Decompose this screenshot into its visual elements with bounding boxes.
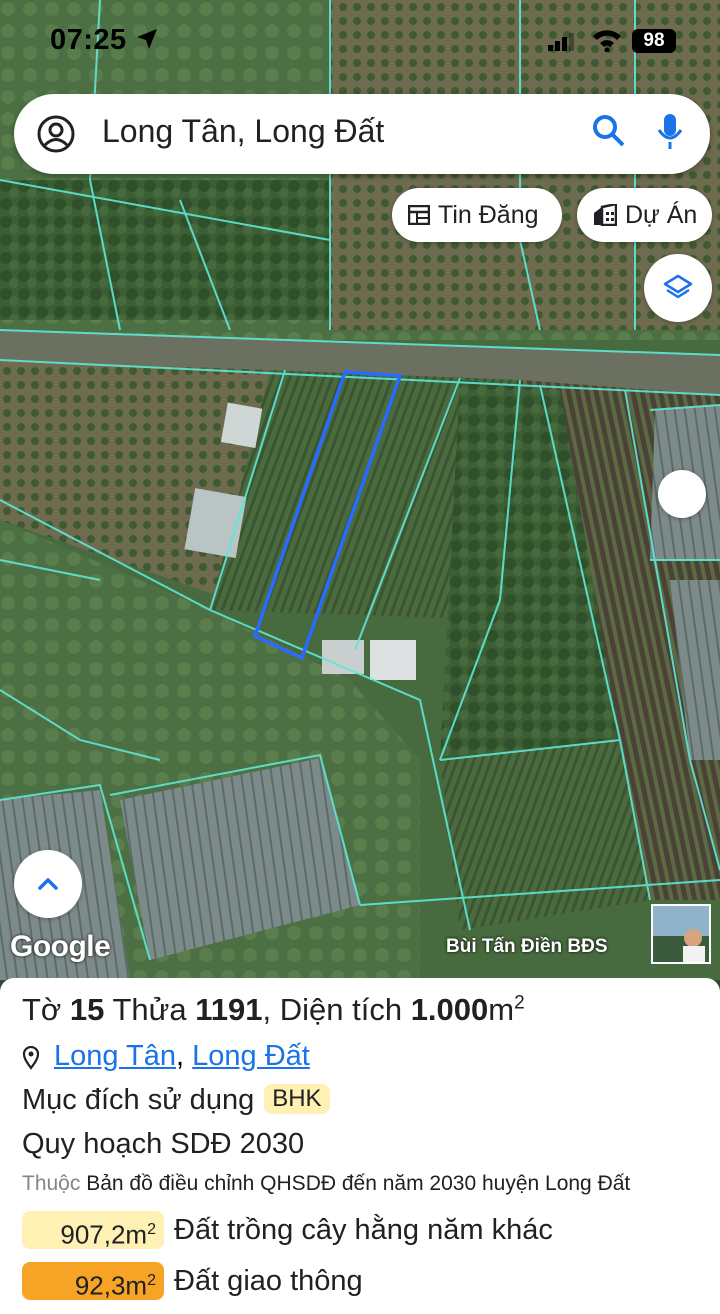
source-prefix: Thuộc bbox=[22, 1172, 81, 1195]
parcel-location: Long Tân, Long Đất bbox=[22, 1040, 310, 1073]
author-label: Bùi Tấn Điền BĐS bbox=[446, 936, 608, 957]
area-unit-exponent: 2 bbox=[514, 992, 525, 1014]
area-unit: m bbox=[488, 992, 515, 1027]
google-logo: Google bbox=[10, 930, 111, 963]
microphone-icon[interactable] bbox=[655, 112, 685, 152]
zone-area-badge: 907,2m2 bbox=[22, 1211, 164, 1250]
status-bar: 07:25 98 bbox=[0, 0, 720, 80]
layers-button[interactable] bbox=[644, 254, 712, 322]
account-icon[interactable] bbox=[36, 114, 76, 154]
battery-indicator: 98 bbox=[632, 29, 676, 53]
parcel-summary: Tờ 15 Thửa 1191, Diện tích 1.000m2 bbox=[22, 992, 525, 1028]
zone-label: Đất giao thông bbox=[174, 1264, 363, 1297]
status-time: 07:25 bbox=[50, 24, 127, 56]
avatar-image bbox=[653, 906, 709, 962]
listings-chip-label: Tin Đăng bbox=[438, 200, 539, 229]
sheet-number: 15 bbox=[69, 992, 105, 1027]
layers-icon bbox=[663, 274, 693, 299]
chevron-up-icon bbox=[38, 878, 58, 890]
location-pin-icon bbox=[22, 1046, 40, 1070]
listings-icon bbox=[408, 205, 430, 225]
wifi-icon bbox=[593, 30, 621, 52]
area-value: 1.000 bbox=[410, 992, 489, 1027]
planning-source: Thuộc Bản đồ điều chỉnh QHSDĐ đến năm 20… bbox=[22, 1172, 630, 1196]
author-avatar[interactable] bbox=[651, 904, 711, 964]
building-icon bbox=[594, 204, 617, 226]
commune-link[interactable]: Long Tân bbox=[54, 1040, 176, 1072]
search-icon[interactable] bbox=[592, 114, 626, 148]
location-arrow-icon bbox=[137, 29, 157, 49]
zone-row[interactable]: 907,2m2 Đất trồng cây hằng năm khác bbox=[22, 1210, 553, 1250]
expand-panel-button[interactable] bbox=[14, 850, 82, 918]
district-link[interactable]: Long Đất bbox=[192, 1040, 310, 1072]
source-text: Bản đồ điều chỉnh QHSDĐ đến năm 2030 huy… bbox=[86, 1172, 631, 1195]
area-label: , Diện tích bbox=[262, 992, 403, 1027]
plot-number: 1191 bbox=[195, 992, 263, 1027]
listings-chip[interactable]: Tin Đăng bbox=[392, 188, 562, 242]
parcel-info-panel: Tờ 15 Thửa 1191, Diện tích 1.000m2 Long … bbox=[0, 978, 720, 1314]
purpose-code-badge: BHK bbox=[264, 1084, 330, 1114]
projects-chip-label: Dự Án bbox=[625, 200, 698, 229]
projects-chip[interactable]: Dự Án bbox=[577, 188, 712, 242]
cellular-signal-icon bbox=[548, 33, 574, 51]
map-control-dot[interactable] bbox=[658, 470, 706, 518]
search-bar[interactable]: Long Tân, Long Đất bbox=[14, 94, 710, 174]
zone-label: Đất trồng cây hằng năm khác bbox=[174, 1213, 553, 1246]
sheet-label: Tờ bbox=[22, 992, 62, 1027]
purpose-label: Mục đích sử dụng bbox=[22, 1084, 255, 1116]
planning-title: Quy hoạch SDĐ 2030 bbox=[22, 1128, 305, 1160]
zone-area-badge: 92,3m2 bbox=[22, 1262, 164, 1301]
search-input[interactable]: Long Tân, Long Đất bbox=[102, 113, 384, 150]
zone-row[interactable]: 92,3m2 Đất giao thông bbox=[22, 1261, 363, 1301]
land-use-purpose: Mục đích sử dụng BHK bbox=[22, 1084, 330, 1117]
plot-label: Thửa bbox=[112, 992, 187, 1027]
